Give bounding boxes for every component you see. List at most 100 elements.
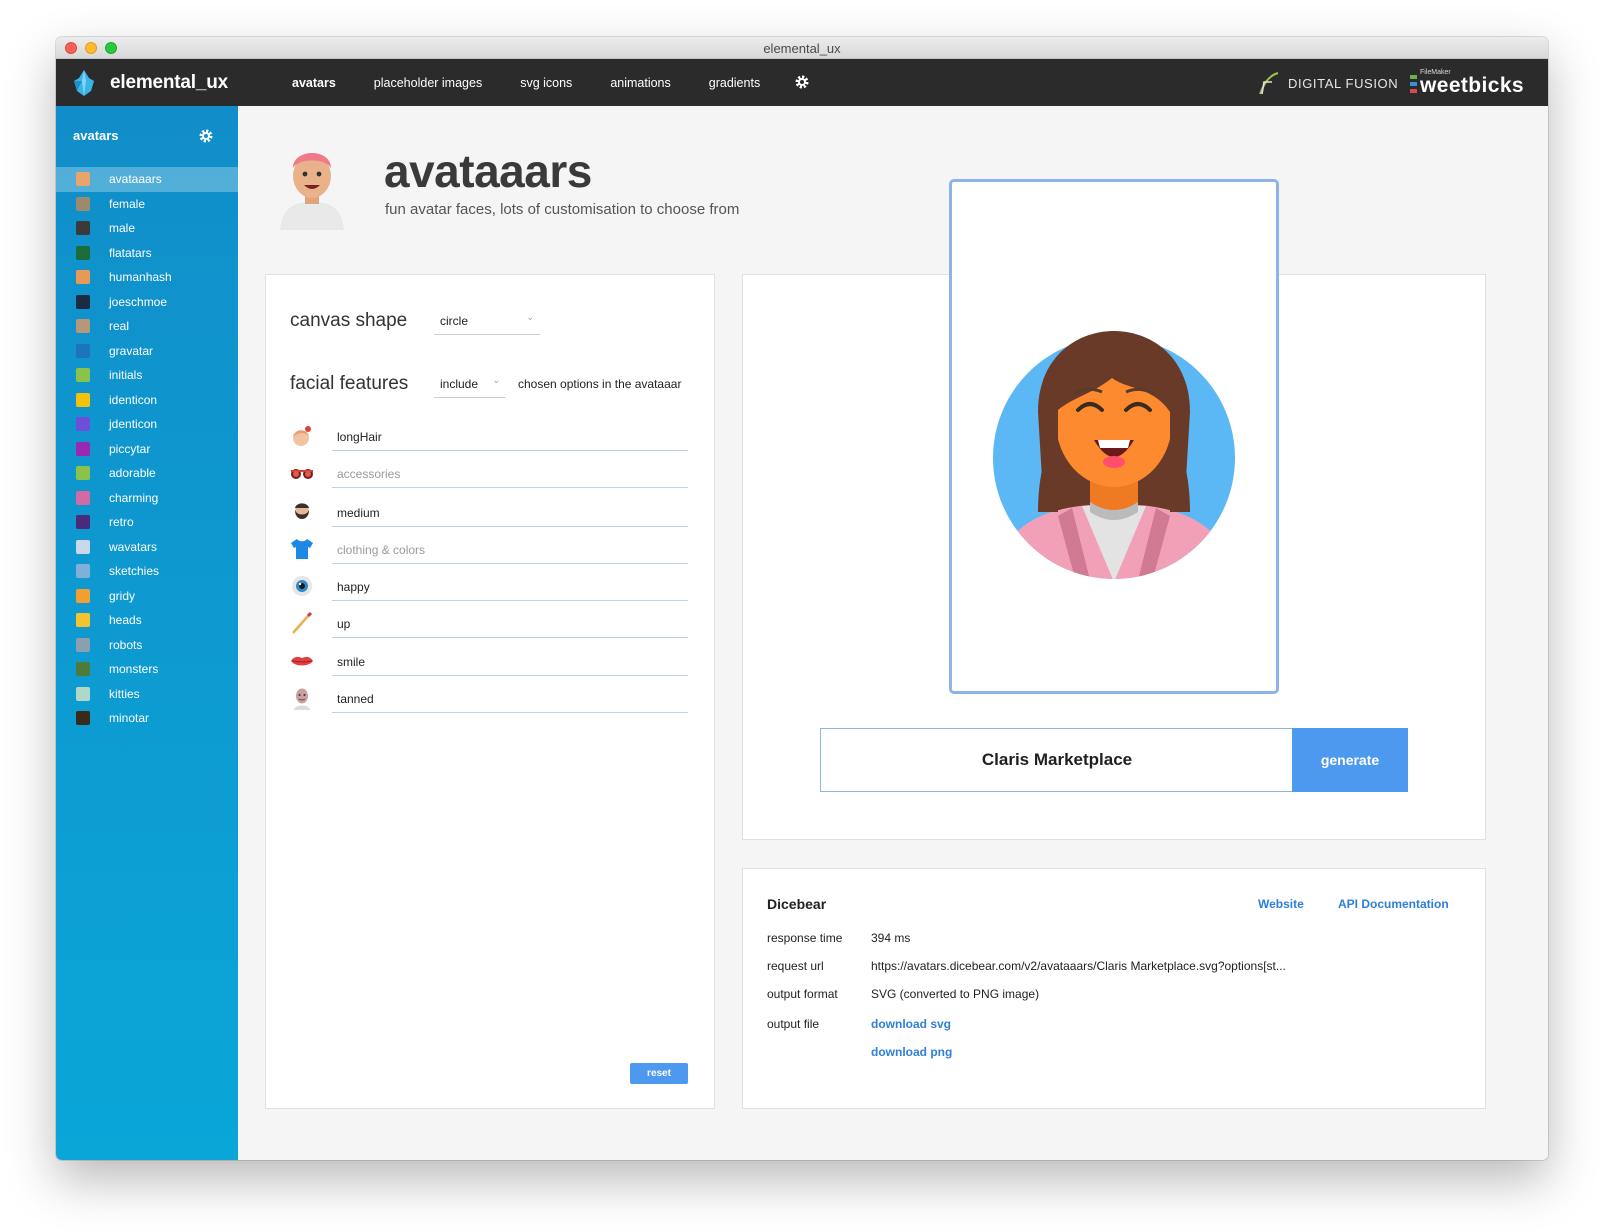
female-thumbnail-icon — [76, 196, 90, 211]
canvas-shape-select[interactable]: circle ⌄ — [434, 309, 540, 335]
nav-svg-icons[interactable]: svg icons — [520, 76, 572, 90]
options-panel: canvas shape circle ⌄ facial features in… — [265, 274, 715, 1109]
weetbicks-bars-icon — [1410, 75, 1417, 93]
provider-title: Dicebear — [767, 896, 827, 912]
nav-avatars[interactable]: avatars — [292, 76, 336, 90]
feature-row-skin: tanned — [288, 679, 688, 713]
gear-icon[interactable] — [794, 74, 810, 90]
app-brand[interactable]: elemental_ux — [110, 72, 228, 94]
humanhash-thumbnail-icon — [76, 270, 90, 285]
download-png-link[interactable]: download png — [871, 1045, 952, 1059]
sidebar-item-label: joeschmoe — [109, 294, 168, 309]
tshirt-icon — [291, 539, 313, 559]
website-link[interactable]: Website — [1258, 897, 1304, 911]
sidebar-item-label: flatatars — [109, 245, 152, 260]
sidebar-item-monsters[interactable]: monsters — [56, 657, 238, 682]
crystal-logo-icon — [74, 70, 94, 96]
sidebar-item-label: real — [109, 319, 130, 334]
sidebar-item-label: wavatars — [109, 539, 158, 554]
piccytar-thumbnail-icon — [76, 441, 90, 456]
beard-icon — [295, 503, 309, 519]
sidebar-item-gravatar[interactable]: gravatar — [56, 339, 238, 364]
sidebar-item-label: gridy — [109, 588, 136, 603]
feature-row-eyes: happy — [288, 567, 688, 601]
generate-button[interactable]: generate — [1292, 728, 1408, 792]
facial-hair-field[interactable]: medium — [332, 497, 688, 527]
top-navigation: elemental_ux avatars placeholder images … — [56, 59, 1548, 106]
seed-input[interactable]: Claris Marketplace — [820, 728, 1294, 792]
sidebar-item-joeschmoe[interactable]: joeschmoe — [56, 290, 238, 315]
sidebar-item-label: jdenticon — [109, 417, 158, 432]
sidebar-item-piccytar[interactable]: piccytar — [56, 437, 238, 462]
window-title: elemental_ux — [763, 41, 841, 56]
chevron-down-icon: ⌄ — [492, 375, 500, 385]
feature-row-mouth: smile — [288, 642, 688, 676]
sidebar-item-female[interactable]: female — [56, 192, 238, 217]
sidebar-item-avataaars[interactable]: avataaars — [56, 167, 238, 192]
eye-icon — [292, 576, 312, 596]
output-file-label: output file — [767, 1017, 820, 1031]
sidebar-item-identicon[interactable]: identicon — [56, 388, 238, 413]
sidebar-item-adorable[interactable]: adorable — [56, 461, 238, 486]
sidebar-item-initials[interactable]: initials — [56, 363, 238, 388]
request-url-label: request url — [767, 959, 824, 973]
info-panel: Dicebear Website API Documentation respo… — [742, 868, 1486, 1109]
download-svg-link[interactable]: download svg — [871, 1017, 951, 1031]
sidebar-item-gridy[interactable]: gridy — [56, 584, 238, 609]
clothing-field[interactable]: clothing & colors — [332, 534, 688, 564]
sidebar: avatars avataaars female male flatatars huma… — [56, 106, 238, 1160]
reset-button[interactable]: reset — [630, 1063, 688, 1084]
feature-row-eyebrows: up — [288, 604, 688, 638]
gravatar-thumbnail-icon — [76, 343, 90, 358]
eyes-field[interactable]: happy — [332, 571, 688, 601]
sidebar-item-label: gravatar — [109, 343, 154, 358]
hair-field[interactable]: longHair — [332, 421, 688, 451]
sidebar-item-male[interactable]: male — [56, 216, 238, 241]
joeschmoe-thumbnail-icon — [76, 294, 90, 309]
sidebar-item-robots[interactable]: robots — [56, 633, 238, 658]
sidebar-item-minotar[interactable]: minotar — [56, 706, 238, 731]
sidebar-item-label: charming — [109, 490, 159, 505]
sidebar-item-humanhash[interactable]: humanhash — [56, 265, 238, 290]
nav-animations[interactable]: animations — [610, 76, 670, 90]
sidebar-item-label: identicon — [109, 392, 158, 407]
nav-gradients[interactable]: gradients — [709, 76, 760, 90]
brush-icon — [292, 611, 313, 634]
male-thumbnail-icon — [76, 221, 90, 236]
sidebar-item-wavatars[interactable]: wavatars — [56, 535, 238, 560]
sidebar-item-jdenticon[interactable]: jdenticon — [56, 412, 238, 437]
lips-icon — [291, 656, 313, 666]
digital-fusion-logo: DIGITAL FUSION — [1256, 69, 1398, 97]
canvas-shape-label: canvas shape — [290, 310, 408, 331]
api-documentation-link[interactable]: API Documentation — [1338, 897, 1449, 911]
sidebar-item-label: initials — [109, 368, 143, 383]
nav-placeholder-images[interactable]: placeholder images — [374, 76, 482, 90]
facial-features-select[interactable]: include ⌄ — [434, 372, 506, 398]
adorable-thumbnail-icon — [76, 466, 90, 481]
robots-thumbnail-icon — [76, 637, 90, 652]
hair-icon — [293, 426, 311, 446]
sidebar-item-real[interactable]: real — [56, 314, 238, 339]
sidebar-item-label: male — [109, 221, 136, 236]
sidebar-item-label: monsters — [109, 662, 159, 677]
minotar-thumbnail-icon — [76, 711, 90, 726]
jdenticon-thumbnail-icon — [76, 417, 90, 432]
mouth-field[interactable]: smile — [332, 646, 688, 676]
sidebar-item-sketchies[interactable]: sketchies — [56, 559, 238, 584]
kitties-thumbnail-icon — [76, 686, 90, 701]
sidebar-item-label: kitties — [109, 686, 140, 701]
chevron-down-icon: ⌄ — [526, 312, 534, 322]
sidebar-item-heads[interactable]: heads — [56, 608, 238, 633]
avatar-image — [993, 331, 1235, 579]
identicon-thumbnail-icon — [76, 392, 90, 407]
sidebar-item-label: robots — [109, 637, 143, 652]
eyebrows-field[interactable]: up — [332, 608, 688, 638]
sidebar-item-flatatars[interactable]: flatatars — [56, 241, 238, 266]
sidebar-item-charming[interactable]: charming — [56, 486, 238, 511]
skin-field[interactable]: tanned — [332, 683, 688, 713]
sidebar-item-kitties[interactable]: kitties — [56, 682, 238, 707]
feature-row-facial-hair: medium — [288, 493, 688, 527]
accessories-field[interactable]: accessories — [332, 458, 688, 488]
sidebar-gear-icon[interactable] — [198, 128, 214, 144]
sidebar-item-retro[interactable]: retro — [56, 510, 238, 535]
